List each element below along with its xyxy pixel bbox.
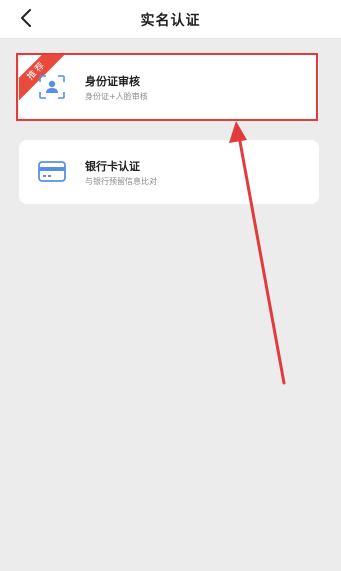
page-title: 实名认证 — [140, 13, 201, 29]
id-card-verification-option[interactable]: 推荐 身份证审核 身份证+人脸审核 — [19, 55, 319, 119]
phone-screen: 实名认证 推荐 身份证审核 身份证+人脸审核 银行卡认证 与银行预留信息比对 — [0, 0, 341, 571]
face-scan-icon — [39, 75, 65, 99]
verification-options: 推荐 身份证审核 身份证+人脸审核 银行卡认证 与银行预留信息比对 — [0, 39, 341, 571]
card-subtitle: 与银行预留信息比对 — [85, 177, 157, 186]
bank-card-verification-option[interactable]: 银行卡认证 与银行预留信息比对 — [19, 140, 319, 204]
card-title: 银行卡认证 — [85, 160, 140, 173]
bank-card-icon — [38, 161, 66, 182]
card-title: 身份证审核 — [85, 75, 140, 88]
card-subtitle: 身份证+人脸审核 — [85, 92, 148, 101]
top-navigation-bar: 实名认证 — [0, 0, 341, 39]
